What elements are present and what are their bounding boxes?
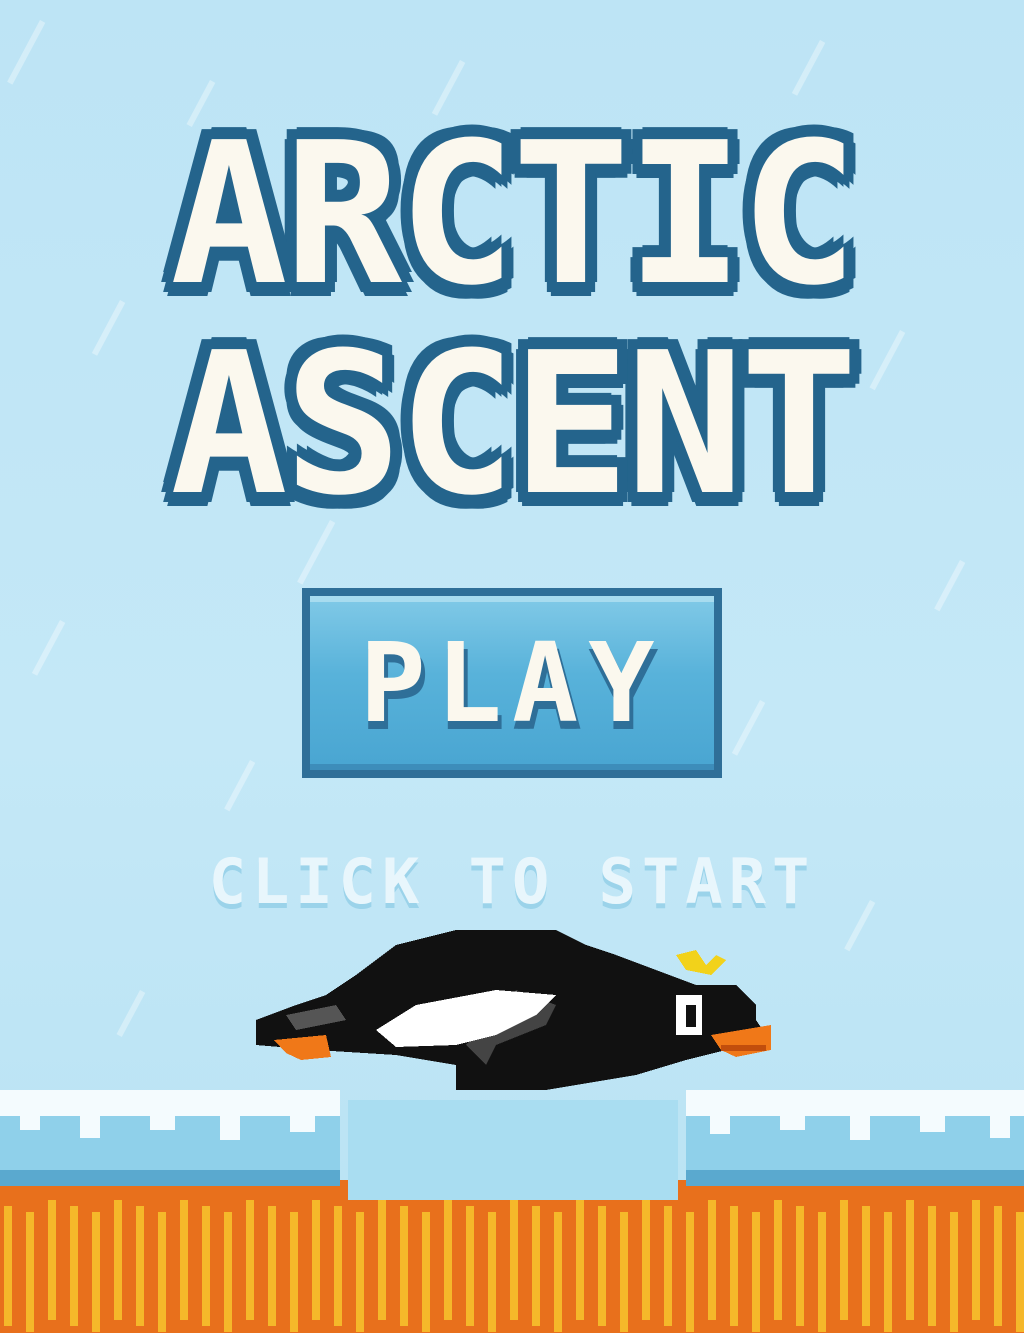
play-button[interactable]: PLAY [302,588,722,778]
lava-highlight [48,1200,56,1320]
snow-streak [116,990,146,1037]
snow-streak [31,620,66,676]
lava-highlight [598,1206,606,1326]
penguin-crest [676,950,726,975]
lava-highlight [70,1206,78,1326]
snow-streak [791,40,826,96]
lava-highlight [642,1200,650,1320]
snow-platform-left [0,1090,340,1186]
lava-highlight [422,1212,430,1332]
lava-highlight [334,1206,342,1326]
play-button-face[interactable]: PLAY [310,596,714,770]
lava-highlight [774,1200,782,1320]
lava-highlight [202,1206,210,1326]
lava-highlight [224,1212,232,1332]
penguin-sprite-icon [256,930,771,1090]
lava-highlight [444,1200,452,1320]
snow-streak [224,760,256,812]
lava-highlight [950,1212,958,1332]
lava-highlight [180,1200,188,1320]
lava-highlight [752,1212,760,1332]
lava-highlight [246,1200,254,1320]
click-to-start-hint: CLICK TO START [208,845,816,918]
ground-terrain [0,1090,1024,1333]
lava-highlight [620,1212,628,1332]
lava-highlight [92,1212,100,1332]
game-title: ARCTIC ASCENT [0,110,1024,530]
snow-streak [731,700,766,756]
lava-highlight [576,1200,584,1320]
lava-highlight [686,1212,694,1332]
lava-highlight [884,1212,892,1332]
lava-highlight [26,1212,34,1332]
lava-highlight [532,1206,540,1326]
lava-highlight [378,1200,386,1320]
title-line-2: ASCENT [169,311,858,539]
lava-highlight [136,1206,144,1326]
lava-highlight [1016,1212,1024,1332]
snow-streak [934,560,966,612]
lava-highlight [268,1206,276,1326]
lava-highlight [312,1200,320,1320]
lava-highlight [400,1206,408,1326]
title-line-1: ARCTIC [169,101,858,329]
snow-platform-right [686,1090,1024,1186]
lava-highlight [862,1206,870,1326]
lava-highlight [554,1212,562,1332]
lava-highlight [818,1212,826,1332]
lava-highlight [114,1200,122,1320]
lava-highlight [664,1206,672,1326]
lava-highlight [356,1212,364,1332]
lava-highlight [796,1206,804,1326]
snow-streak [7,20,46,85]
lava-highlight [840,1200,848,1320]
lava-highlight [4,1206,12,1326]
lava-highlight [972,1200,980,1320]
play-button-label: PLAY [359,619,665,747]
lava-highlight [466,1206,474,1326]
lava-highlight [488,1212,496,1332]
lava-highlight [730,1206,738,1326]
lava-highlight [994,1206,1002,1326]
lava-highlight [708,1200,716,1320]
ice-gap-block [348,1100,678,1200]
lava-highlight [158,1212,166,1332]
lava-highlight [510,1200,518,1320]
lava-highlight [906,1200,914,1320]
lava-highlight [928,1206,936,1326]
game-scene: ARCTIC ASCENT PLAY CLICK TO START [0,0,1024,1333]
lava-highlight [290,1212,298,1332]
